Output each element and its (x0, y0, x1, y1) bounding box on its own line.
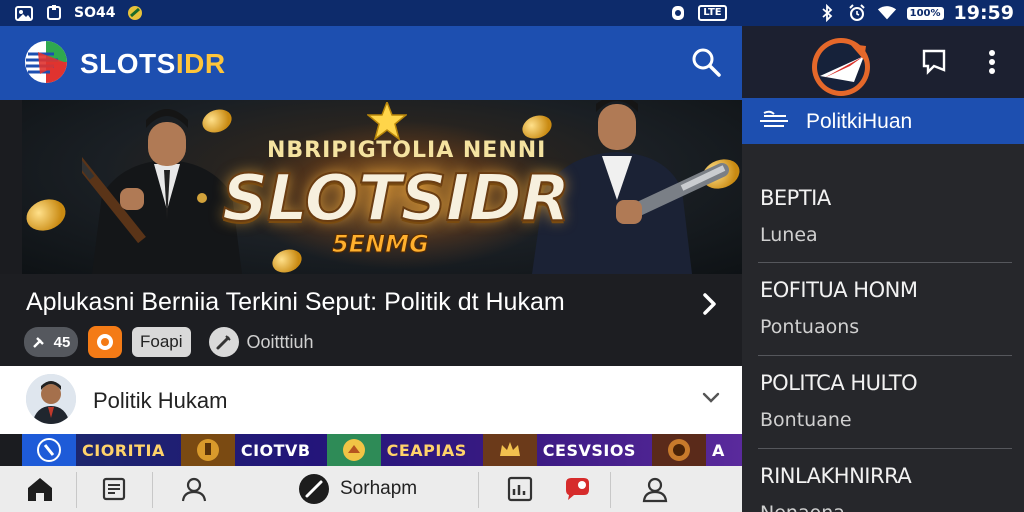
pen-icon (216, 335, 231, 350)
side-drawer: PolitkiHuan BEPTIA Lunea EOFITUA HONM Po… (742, 26, 1024, 512)
drawer-item[interactable]: RINLAKHNIRRA Nenaona (742, 446, 1024, 512)
home-icon[interactable] (22, 466, 58, 512)
drawer-item[interactable]: POLITCA HULTO Bontuane (742, 353, 1024, 445)
hero-subtitle: 5ENMG (332, 230, 430, 259)
drawer-item[interactable]: EOFITUA HONM Pontuaons (742, 260, 1024, 352)
bookmark-icon[interactable] (920, 48, 948, 76)
search-icon[interactable] (690, 46, 722, 78)
record-button[interactable] (88, 326, 122, 358)
notification-icon (44, 5, 64, 21)
drawer-header-title: PolitkiHuan (806, 110, 913, 133)
center-tab-label: Sorhapm (340, 478, 418, 499)
slot-machine-icon (651, 434, 706, 466)
compose-icon (299, 474, 329, 504)
section-header[interactable]: Politik Hukam (0, 366, 742, 434)
tools-icon (32, 337, 44, 348)
battery-indicator: 100% (906, 6, 944, 20)
drawer-item-title: POLITCA HULTO (760, 371, 918, 395)
bluetooth-icon (817, 4, 837, 22)
chat-icon[interactable] (560, 466, 594, 512)
hero-top-text: NBRIPIGTOLIA NENNI (267, 138, 547, 163)
hero-banner[interactable]: NBRIPIGTOLIA NENNI SLOTSIDR 5ENMG (22, 100, 742, 274)
brand-title: SLOTSIDR (80, 48, 226, 80)
more-vert-icon[interactable] (988, 48, 996, 76)
chart-icon[interactable] (504, 466, 536, 512)
category-label: A (711, 440, 725, 460)
section-title: Politik Hukam (93, 388, 228, 413)
gallery-icon (14, 5, 34, 21)
status-bar: SO44 LTE 100% 19:59 (0, 0, 1024, 26)
category-item[interactable]: CESVSIOS (482, 434, 646, 466)
pin-icon (22, 434, 76, 466)
drawer-logo-icon[interactable] (810, 36, 872, 98)
article-card[interactable]: Aplukasni Berniia Terkini Seput: Politik… (0, 274, 742, 366)
article-meta-row: 45 Foapi Ooitttiuh (24, 326, 314, 358)
status-time: 19:59 (953, 2, 1014, 24)
record-icon (668, 5, 688, 21)
circle-dot-icon (97, 334, 113, 350)
nav-divider (152, 472, 153, 508)
category-label: CIORITIA (82, 440, 165, 460)
gamepad-icon (326, 434, 381, 466)
coin-decoration (22, 194, 70, 236)
app-bar: SLOTSIDR (0, 26, 742, 100)
drawer-item-subtitle: Bontuane (760, 409, 852, 431)
brand-logo-icon[interactable] (24, 40, 68, 84)
hero-title: SLOTSIDR (221, 161, 571, 237)
drawer-item-title: BEPTIA (760, 186, 831, 210)
flag-icon (125, 5, 145, 21)
drawer-item-subtitle: Nenaona (760, 502, 845, 512)
drawer-item-title: EOFITUA HONM (760, 278, 918, 302)
trophy-icon (180, 434, 235, 466)
category-item[interactable]: A (651, 434, 735, 466)
chevron-down-icon[interactable] (700, 390, 722, 406)
star-icon (367, 102, 407, 140)
views-count: 45 (53, 333, 71, 351)
tag-chip[interactable]: Foapi (132, 327, 191, 357)
flag-lines-icon (758, 110, 792, 132)
author-text: Ooitttiuh (246, 331, 314, 352)
category-strip: CIORITIA CIOTVB CEAPIAS CESVSIOS A (22, 434, 742, 466)
nav-divider (76, 472, 77, 508)
nav-divider (478, 472, 479, 508)
category-label: CEAPIAS (386, 440, 467, 460)
article-title[interactable]: Aplukasni Berniia Terkini Seput: Politik… (26, 288, 565, 317)
document-icon[interactable] (98, 466, 130, 512)
brand-part-2: IDR (175, 48, 226, 79)
brand-part-1: SLOTS (80, 48, 176, 79)
views-chip[interactable]: 45 (24, 327, 78, 357)
drawer-item-subtitle: Pontuaons (760, 316, 860, 338)
status-left-text: SO44 (74, 5, 116, 21)
drawer-item-subtitle: Lunea (760, 224, 818, 246)
drawer-item[interactable]: BEPTIA Lunea (742, 168, 1024, 260)
alarm-icon (847, 4, 867, 21)
profile-icon[interactable] (176, 466, 212, 512)
drawer-item-title: RINLAKHNIRRA (760, 464, 912, 488)
category-item[interactable]: CEAPIAS (326, 434, 477, 466)
category-label: CIOTVB (240, 440, 311, 460)
category-item[interactable]: CIOTVB (180, 434, 321, 466)
chevron-right-icon[interactable] (698, 290, 722, 318)
drawer-header[interactable]: PolitkiHuan (742, 98, 1024, 144)
crown-icon (482, 434, 537, 466)
bottom-navigation: Sorhapm (0, 466, 742, 512)
nav-divider (610, 472, 611, 508)
account-icon[interactable] (638, 466, 672, 512)
avatar[interactable] (26, 374, 76, 424)
category-label: CESVSIOS (542, 440, 636, 460)
category-item[interactable]: CIORITIA (22, 434, 175, 466)
drawer-top-bar (742, 26, 1024, 98)
wifi-icon (877, 5, 897, 21)
share-button[interactable] (208, 327, 239, 357)
center-tab[interactable]: Sorhapm (298, 466, 458, 512)
network-badge: LTE (698, 5, 727, 21)
